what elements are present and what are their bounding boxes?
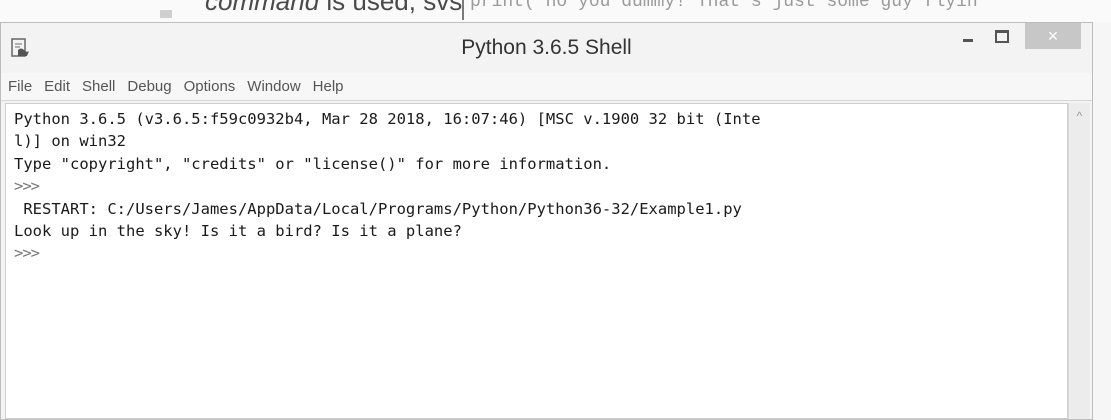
- vertical-scrollbar[interactable]: ^: [1068, 103, 1090, 419]
- window-title: Python 3.6.5 Shell: [461, 36, 632, 59]
- menu-debug[interactable]: Debug: [127, 78, 171, 95]
- menu-edit[interactable]: Edit: [44, 78, 70, 95]
- menu-help[interactable]: Help: [313, 78, 344, 95]
- shell-output: Python 3.6.5 (v3.6.5:f59c0932b4, Mar 28 …: [14, 108, 761, 265]
- scroll-up-arrow-icon[interactable]: ^: [1069, 107, 1090, 125]
- minimize-icon: [963, 38, 973, 42]
- menu-bar: File Edit Shell Debug Options Window Hel…: [1, 73, 1092, 101]
- background-text: command is used, svs: [205, 0, 462, 17]
- shell-line-platform: l)] on win32: [14, 132, 126, 151]
- close-button[interactable]: ×: [1025, 23, 1081, 49]
- idle-shell-window: Python 3.6.5 Shell × File Edit Shell Deb…: [0, 22, 1093, 420]
- background-document: command is used, svs print( no you dummy…: [0, 0, 1111, 22]
- background-text-italic: command: [205, 0, 320, 16]
- close-icon: ×: [1047, 25, 1059, 46]
- menu-options[interactable]: Options: [184, 78, 236, 95]
- text-cursor: [462, 0, 464, 20]
- background-code: print( no you dummy! That's just some gu…: [470, 0, 978, 12]
- background-text-suffix: is used, svs: [319, 0, 463, 16]
- menu-window[interactable]: Window: [247, 78, 300, 95]
- menu-file[interactable]: File: [8, 78, 32, 95]
- minimize-button[interactable]: [951, 23, 985, 49]
- menu-shell[interactable]: Shell: [82, 78, 115, 95]
- shell-line-info: Type "copyright", "credits" or "license(…: [14, 154, 612, 173]
- maximize-button[interactable]: [985, 23, 1019, 49]
- shell-line-output: Look up in the sky! Is it a bird? Is it …: [14, 221, 462, 240]
- shell-line-restart: RESTART: C:/Users/James/AppData/Local/Pr…: [14, 199, 742, 218]
- maximize-icon: [995, 29, 1009, 43]
- shell-text-area[interactable]: Python 3.6.5 (v3.6.5:f59c0932b4, Mar 28 …: [5, 103, 1068, 419]
- shell-prompt: >>>: [14, 177, 40, 196]
- title-bar[interactable]: Python 3.6.5 Shell ×: [1, 23, 1092, 73]
- shell-prompt-current[interactable]: >>>: [14, 242, 761, 264]
- background-marker: [160, 10, 172, 18]
- shell-line-banner: Python 3.6.5 (v3.6.5:f59c0932b4, Mar 28 …: [14, 110, 761, 128]
